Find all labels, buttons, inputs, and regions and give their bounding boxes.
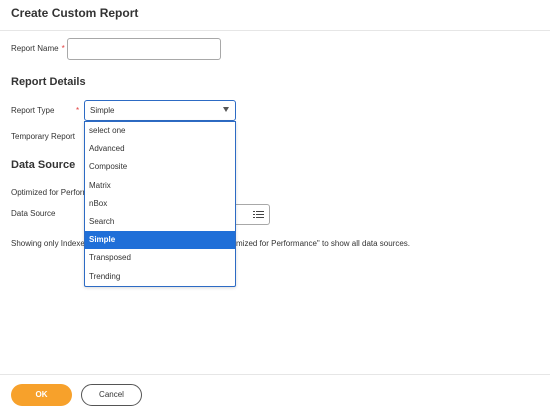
ok-button[interactable]: OK [11, 384, 72, 406]
dropdown-option[interactable]: nBox [85, 195, 235, 213]
data-source-info-text: Showing only Indexe [11, 239, 85, 248]
cancel-button[interactable]: Cancel [81, 384, 142, 406]
data-source-prompt[interactable] [230, 204, 270, 225]
chevron-down-icon[interactable] [223, 107, 229, 112]
data-source-label: Data Source [11, 209, 56, 218]
dropdown-option[interactable]: Advanced [85, 140, 235, 158]
report-details-heading: Report Details [11, 76, 86, 88]
required-marker: * [76, 106, 80, 115]
data-source-info-text-end: mized for Performance" to show all data … [236, 239, 411, 248]
report-name-label-text: Report Name [11, 44, 59, 53]
temporary-report-label: Temporary Report [11, 132, 76, 141]
report-name-input[interactable] [67, 38, 221, 60]
dropdown-option[interactable]: Trending [85, 268, 235, 286]
footer-divider [0, 374, 550, 375]
report-type-select[interactable]: Simple [84, 100, 236, 121]
report-type-value: Simple [90, 106, 115, 115]
required-marker: * [61, 44, 65, 53]
dropdown-option[interactable]: Composite [85, 158, 235, 176]
dropdown-option[interactable]: Transposed [85, 249, 235, 267]
report-type-dropdown[interactable]: select one Advanced Composite Matrix nBo… [84, 121, 236, 287]
dropdown-option[interactable]: Matrix [85, 177, 235, 195]
report-name-label: Report Name * [11, 44, 65, 53]
data-source-heading: Data Source [11, 159, 76, 171]
list-prompt-icon[interactable] [253, 210, 264, 219]
dropdown-option[interactable]: Search [85, 213, 235, 231]
report-type-label: Report Type [11, 106, 55, 115]
header-divider [0, 30, 550, 31]
dropdown-option[interactable]: select one [85, 122, 235, 140]
optimized-for-performance-label: Optimized for Perform [11, 188, 90, 197]
dropdown-option-selected[interactable]: Simple [85, 231, 235, 249]
page-title: Create Custom Report [11, 6, 139, 20]
